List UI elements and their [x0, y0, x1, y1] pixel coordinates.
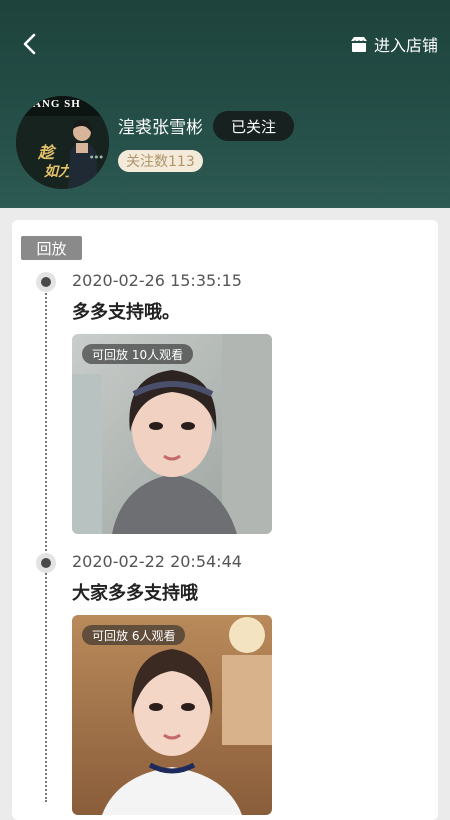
enter-shop-link[interactable]: 进入店铺	[350, 30, 438, 58]
replay-thumbnail[interactable]: 可回放 10人观看	[72, 334, 272, 534]
post-timestamp: 2020-02-26 15:35:15	[72, 271, 242, 290]
timeline-dot	[36, 553, 56, 573]
replay-thumbnail[interactable]: 可回放 6人观看	[72, 615, 272, 815]
post-title[interactable]: 大家多多支持哦	[72, 579, 198, 605]
replay-view-badge: 可回放 10人观看	[82, 344, 194, 364]
post-title[interactable]: 多多支持哦。	[72, 298, 180, 324]
store-icon	[350, 36, 368, 52]
svg-text:趁: 趁	[37, 144, 57, 162]
timeline-line	[45, 282, 47, 802]
replay-section-tag: 回放	[21, 236, 82, 260]
follower-count-badge: 关注数113	[118, 150, 203, 172]
replay-view-badge: 可回放 6人观看	[82, 625, 186, 645]
thumbnail-photo	[72, 615, 272, 815]
thumbnail-photo	[72, 334, 272, 534]
post-timestamp: 2020-02-22 20:54:44	[72, 552, 242, 571]
svg-text:● ● ●: ● ● ●	[90, 154, 104, 159]
streamer-name: 湟裘张雪彬	[118, 118, 203, 138]
streamer-avatar[interactable]: 趁 如力 ● ● ● UANG SH	[16, 96, 109, 189]
chevron-left-icon	[23, 33, 36, 55]
profile-header: 进入店铺 趁 如力 ● ● ● UANG SH 湟裘张雪彬 已关注 关注数113	[0, 0, 450, 208]
avatar-watermark: UANG SH	[24, 98, 81, 110]
enter-shop-label: 进入店铺	[373, 36, 438, 55]
timeline-dot	[36, 272, 56, 292]
back-button[interactable]	[14, 28, 46, 60]
follow-button[interactable]: 已关注	[213, 111, 294, 141]
